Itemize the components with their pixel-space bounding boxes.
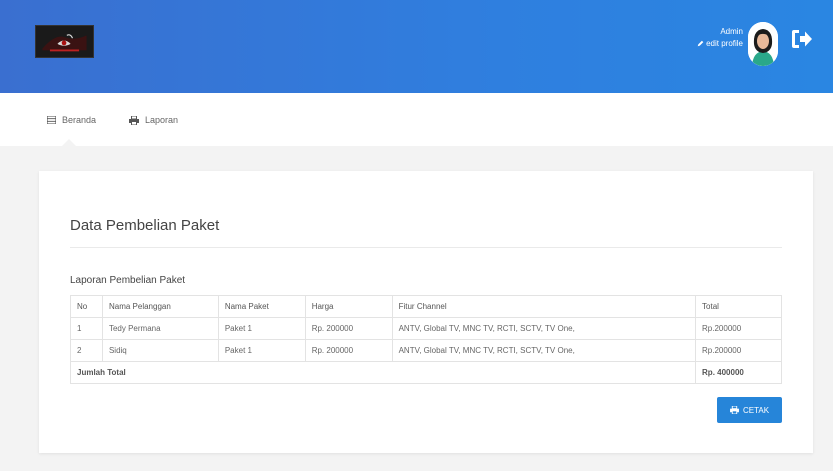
top-header: Admin edit profile bbox=[0, 0, 833, 93]
report-table: No Nama Pelanggan Nama Paket Harga Fitur… bbox=[69, 295, 782, 384]
logo-image bbox=[36, 26, 93, 57]
pencil-icon bbox=[697, 40, 704, 47]
table-total-row: Jumlah Total Rp. 400000 bbox=[69, 361, 782, 384]
table-cell: Rp.200000 bbox=[695, 317, 782, 340]
table-cell: ANTV, Global TV, MNC TV, RCTI, SCTV, TV … bbox=[391, 317, 697, 340]
table-header-row: No Nama Pelanggan Nama Paket Harga Fitur… bbox=[70, 295, 782, 318]
column-header: Harga bbox=[304, 295, 393, 318]
table-cell: Rp. 200000 bbox=[304, 339, 393, 362]
table-row: 2 Sidiq Paket 1 Rp. 200000 ANTV, Global … bbox=[70, 339, 782, 362]
print-button-label: CETAK bbox=[742, 405, 770, 415]
table-cell: Rp. 200000 bbox=[304, 317, 393, 340]
nav-item-laporan[interactable]: Laporan bbox=[129, 115, 178, 125]
list-icon bbox=[47, 116, 56, 124]
printer-icon bbox=[129, 115, 139, 125]
total-value: Rp. 400000 bbox=[695, 361, 782, 384]
content-card: Data Pembelian Paket Laporan Pembelian P… bbox=[39, 171, 813, 453]
section-title: Laporan Pembelian Paket bbox=[70, 275, 186, 286]
printer-icon bbox=[730, 406, 739, 414]
nav-item-label: Laporan bbox=[145, 115, 179, 125]
table-cell: Sidiq bbox=[101, 339, 219, 362]
active-nav-caret bbox=[60, 139, 78, 148]
edit-profile-link[interactable]: edit profile bbox=[697, 39, 743, 48]
table-cell: Paket 1 bbox=[217, 317, 306, 340]
table-row: 1 Tedy Permana Paket 1 Rp. 200000 ANTV, … bbox=[70, 317, 782, 340]
table-cell: Paket 1 bbox=[217, 339, 306, 362]
table-cell: Rp.200000 bbox=[695, 339, 782, 362]
avatar[interactable] bbox=[748, 22, 778, 66]
admin-block: Admin edit profile bbox=[697, 27, 743, 48]
nav-bar: Beranda Laporan bbox=[0, 93, 833, 146]
avatar-image bbox=[748, 22, 778, 66]
column-header: Nama Paket bbox=[217, 295, 306, 318]
logout-icon[interactable] bbox=[791, 29, 813, 49]
table-cell: 2 bbox=[70, 339, 103, 362]
edit-profile-label: edit profile bbox=[706, 39, 743, 48]
table-cell: 1 bbox=[70, 317, 103, 340]
column-header: Fitur Channel bbox=[391, 295, 697, 318]
print-button[interactable]: CETAK bbox=[717, 397, 782, 423]
column-header: Nama Pelanggan bbox=[101, 295, 219, 318]
nav-item-beranda[interactable]: Beranda bbox=[47, 115, 96, 125]
column-header: Total bbox=[695, 295, 782, 318]
admin-name: Admin bbox=[720, 27, 743, 36]
total-label: Jumlah Total bbox=[69, 361, 697, 384]
column-header: No bbox=[70, 295, 103, 318]
page-title: Data Pembelian Paket bbox=[70, 217, 220, 234]
nav-item-label: Beranda bbox=[62, 115, 97, 125]
divider bbox=[70, 247, 782, 248]
app-logo[interactable] bbox=[35, 25, 94, 58]
table-cell: Tedy Permana bbox=[101, 317, 219, 340]
table-cell: ANTV, Global TV, MNC TV, RCTI, SCTV, TV … bbox=[391, 339, 697, 362]
